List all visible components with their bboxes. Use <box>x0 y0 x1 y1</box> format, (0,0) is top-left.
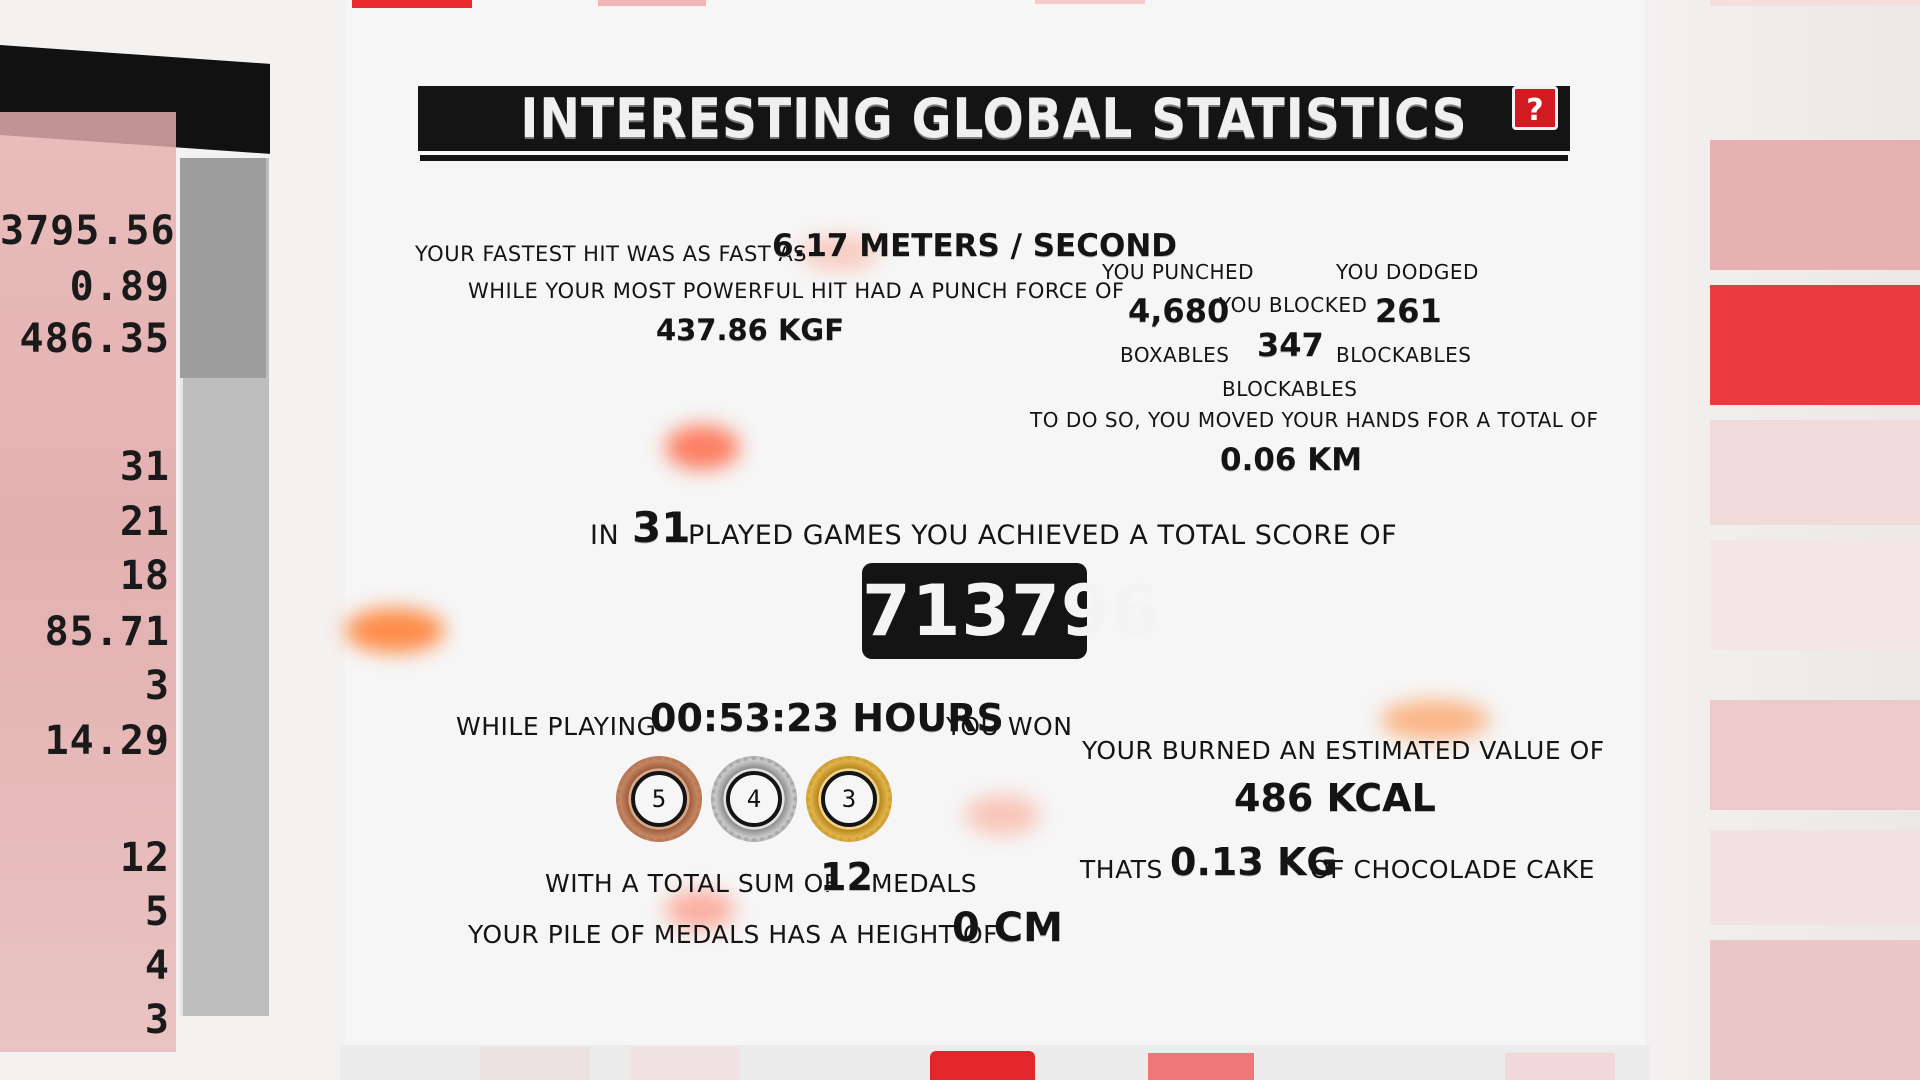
background-wall-right <box>1640 0 1920 1080</box>
punched-label: YOU PUNCHED <box>1102 260 1255 284</box>
playtime-suffix: YOU WON <box>946 712 1073 741</box>
gold-medal-count: 3 <box>821 771 877 827</box>
side-value: 3 <box>144 997 170 1043</box>
games-suffix: PLAYED GAMES YOU ACHIEVED A TOTAL SCORE … <box>688 520 1398 551</box>
blocked-unit: BLOCKABLES <box>1222 377 1358 401</box>
powerful-hit-value: 437.86 KGF <box>655 313 845 347</box>
help-button[interactable]: ? <box>1512 86 1558 130</box>
floor-strip <box>340 1045 1650 1080</box>
fastest-hit-value: 6.17 METERS / SECOND <box>772 228 1178 264</box>
powerful-hit-label: WHILE YOUR MOST POWERFUL HIT HAD A PUNCH… <box>468 279 1125 303</box>
blocked-label: YOU BLOCKED <box>1219 293 1368 317</box>
medal-pile-label: YOUR PILE OF MEDALS HAS A HEIGHT OF <box>468 920 999 949</box>
light-glow <box>1380 700 1490 740</box>
silver-medal-count: 4 <box>726 771 782 827</box>
side-value: 85.71 <box>44 609 170 655</box>
fastest-hit-label: YOUR FASTEST HIT WAS AS FAST AS <box>415 242 808 266</box>
title-bar: INTERESTING GLOBAL STATISTICS <box>418 86 1570 155</box>
side-value: 12 <box>119 835 170 881</box>
side-value: 3795.56 <box>0 208 176 254</box>
background-tile <box>352 0 472 8</box>
side-value: 3 <box>144 663 170 709</box>
dodged-value: 261 <box>1375 292 1442 330</box>
medal-sum-prefix: WITH A TOTAL SUM OF <box>545 869 839 898</box>
silver-medal-icon: 4 <box>711 756 797 842</box>
gold-medal-icon: 3 <box>806 756 892 842</box>
games-played-value: 31 <box>632 503 691 552</box>
side-value: 4 <box>144 943 170 989</box>
side-value: 5 <box>144 889 170 935</box>
games-prefix: IN <box>590 520 620 551</box>
side-value: 14.29 <box>44 718 170 764</box>
blocked-value: 347 <box>1257 326 1324 364</box>
calories-label: YOUR BURNED AN ESTIMATED VALUE OF <box>1082 736 1605 765</box>
light-glow <box>345 608 445 653</box>
side-value: 21 <box>119 499 170 545</box>
side-stats-panel: 3795.56 0.89 486.35 31 21 18 85.71 3 14.… <box>0 0 275 1080</box>
punched-value: 4,680 <box>1128 292 1230 330</box>
side-value: 18 <box>119 553 170 599</box>
playtime-prefix: WHILE PLAYING <box>456 712 657 741</box>
dodged-unit: BLOCKABLES <box>1336 343 1472 367</box>
dodged-label: YOU DODGED <box>1336 260 1479 284</box>
calories-value: 486 KCAL <box>1234 776 1436 820</box>
hand-distance-value: 0.06 KM <box>1220 442 1363 478</box>
medal-sum-value: 12 <box>820 855 873 899</box>
side-value: 486.35 <box>19 316 170 362</box>
background-tile <box>1035 0 1145 4</box>
side-value: 31 <box>119 444 170 490</box>
side-value: 0.89 <box>69 264 170 310</box>
cake-suffix: OF CHOCOLADE CAKE <box>1310 855 1595 884</box>
light-glow <box>665 425 740 470</box>
medal-pile-value: 0 CM <box>952 905 1063 951</box>
light-glow <box>965 795 1040 835</box>
background-tile <box>598 0 706 6</box>
punched-unit: BOXABLES <box>1120 343 1230 367</box>
question-mark-icon: ? <box>1526 93 1544 128</box>
cake-prefix: THATS <box>1080 855 1163 884</box>
page-title: INTERESTING GLOBAL STATISTICS <box>520 87 1468 150</box>
total-score: 713796 <box>862 563 1159 659</box>
side-panel-scrollbar-thumb[interactable] <box>180 158 266 378</box>
bronze-medal-count: 5 <box>631 771 687 827</box>
bronze-medal-icon: 5 <box>616 756 702 842</box>
hand-distance-label: TO DO SO, YOU MOVED YOUR HANDS FOR A TOT… <box>1030 408 1599 432</box>
medal-sum-suffix: MEDALS <box>871 869 978 898</box>
